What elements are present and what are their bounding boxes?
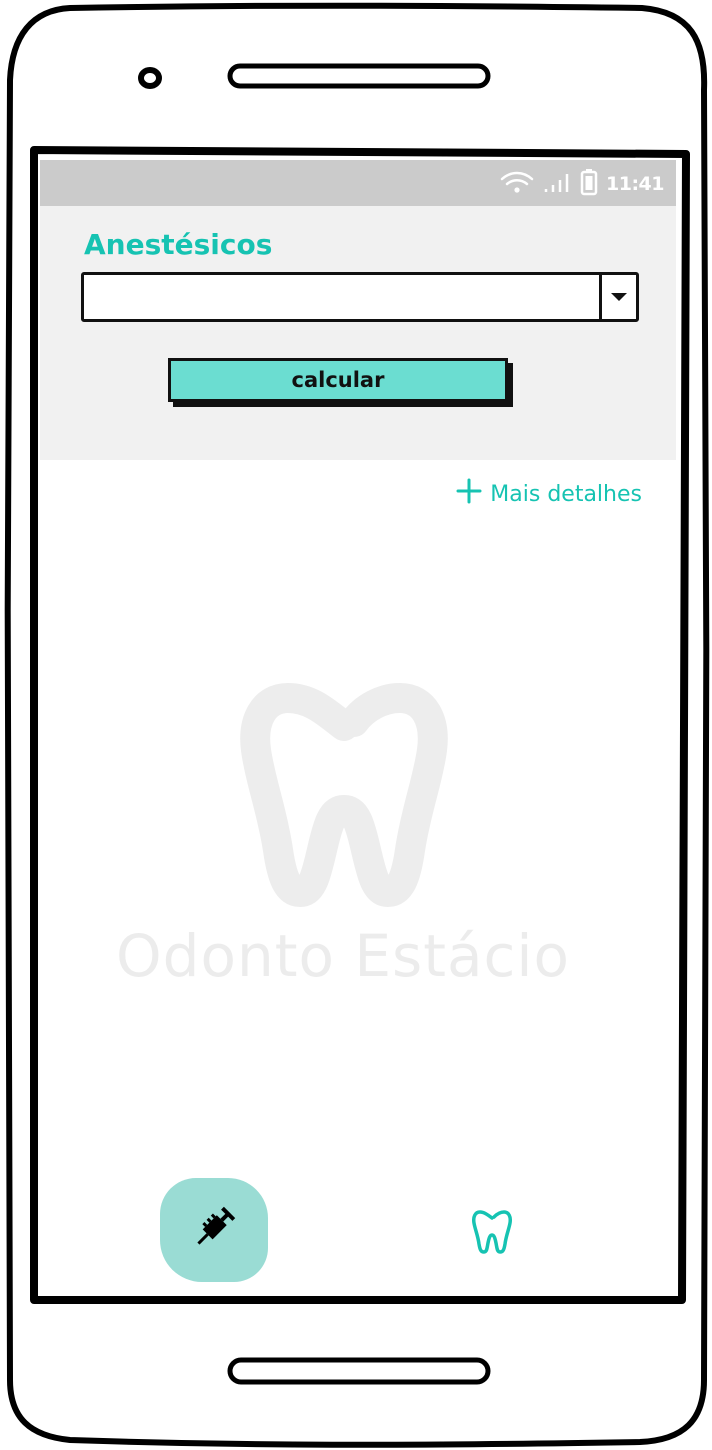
anesthetic-form-panel: Anestésicos calcular [40,206,676,460]
plus-icon [456,478,482,510]
form-title: Anestésicos [84,228,273,261]
battery-icon [580,168,598,200]
more-details-link[interactable]: Mais detalhes [456,478,642,510]
app-screen: 11:41 Anestésicos calcular Mais detalhes [40,160,676,1290]
nav-item-anesthetics[interactable] [160,1178,268,1282]
select-dropdown-button[interactable] [599,275,636,319]
status-time: 11:41 [606,173,664,195]
chevron-down-icon [610,288,628,307]
signal-icon [542,170,572,198]
nav-item-tooth[interactable] [464,1206,520,1262]
bottom-nav [40,1166,676,1290]
wifi-icon [500,170,534,198]
calculate-button[interactable]: calcular [168,358,508,402]
status-bar: 11:41 [40,160,676,206]
tooth-icon [472,1209,512,1259]
tooth-icon [236,680,452,914]
watermark-text: Odonto Estácio [115,922,570,990]
more-details-label: Mais detalhes [490,481,642,507]
status-icons: 11:41 [500,168,664,200]
anesthetic-select[interactable] [81,272,639,322]
syringe-icon [188,1202,240,1258]
